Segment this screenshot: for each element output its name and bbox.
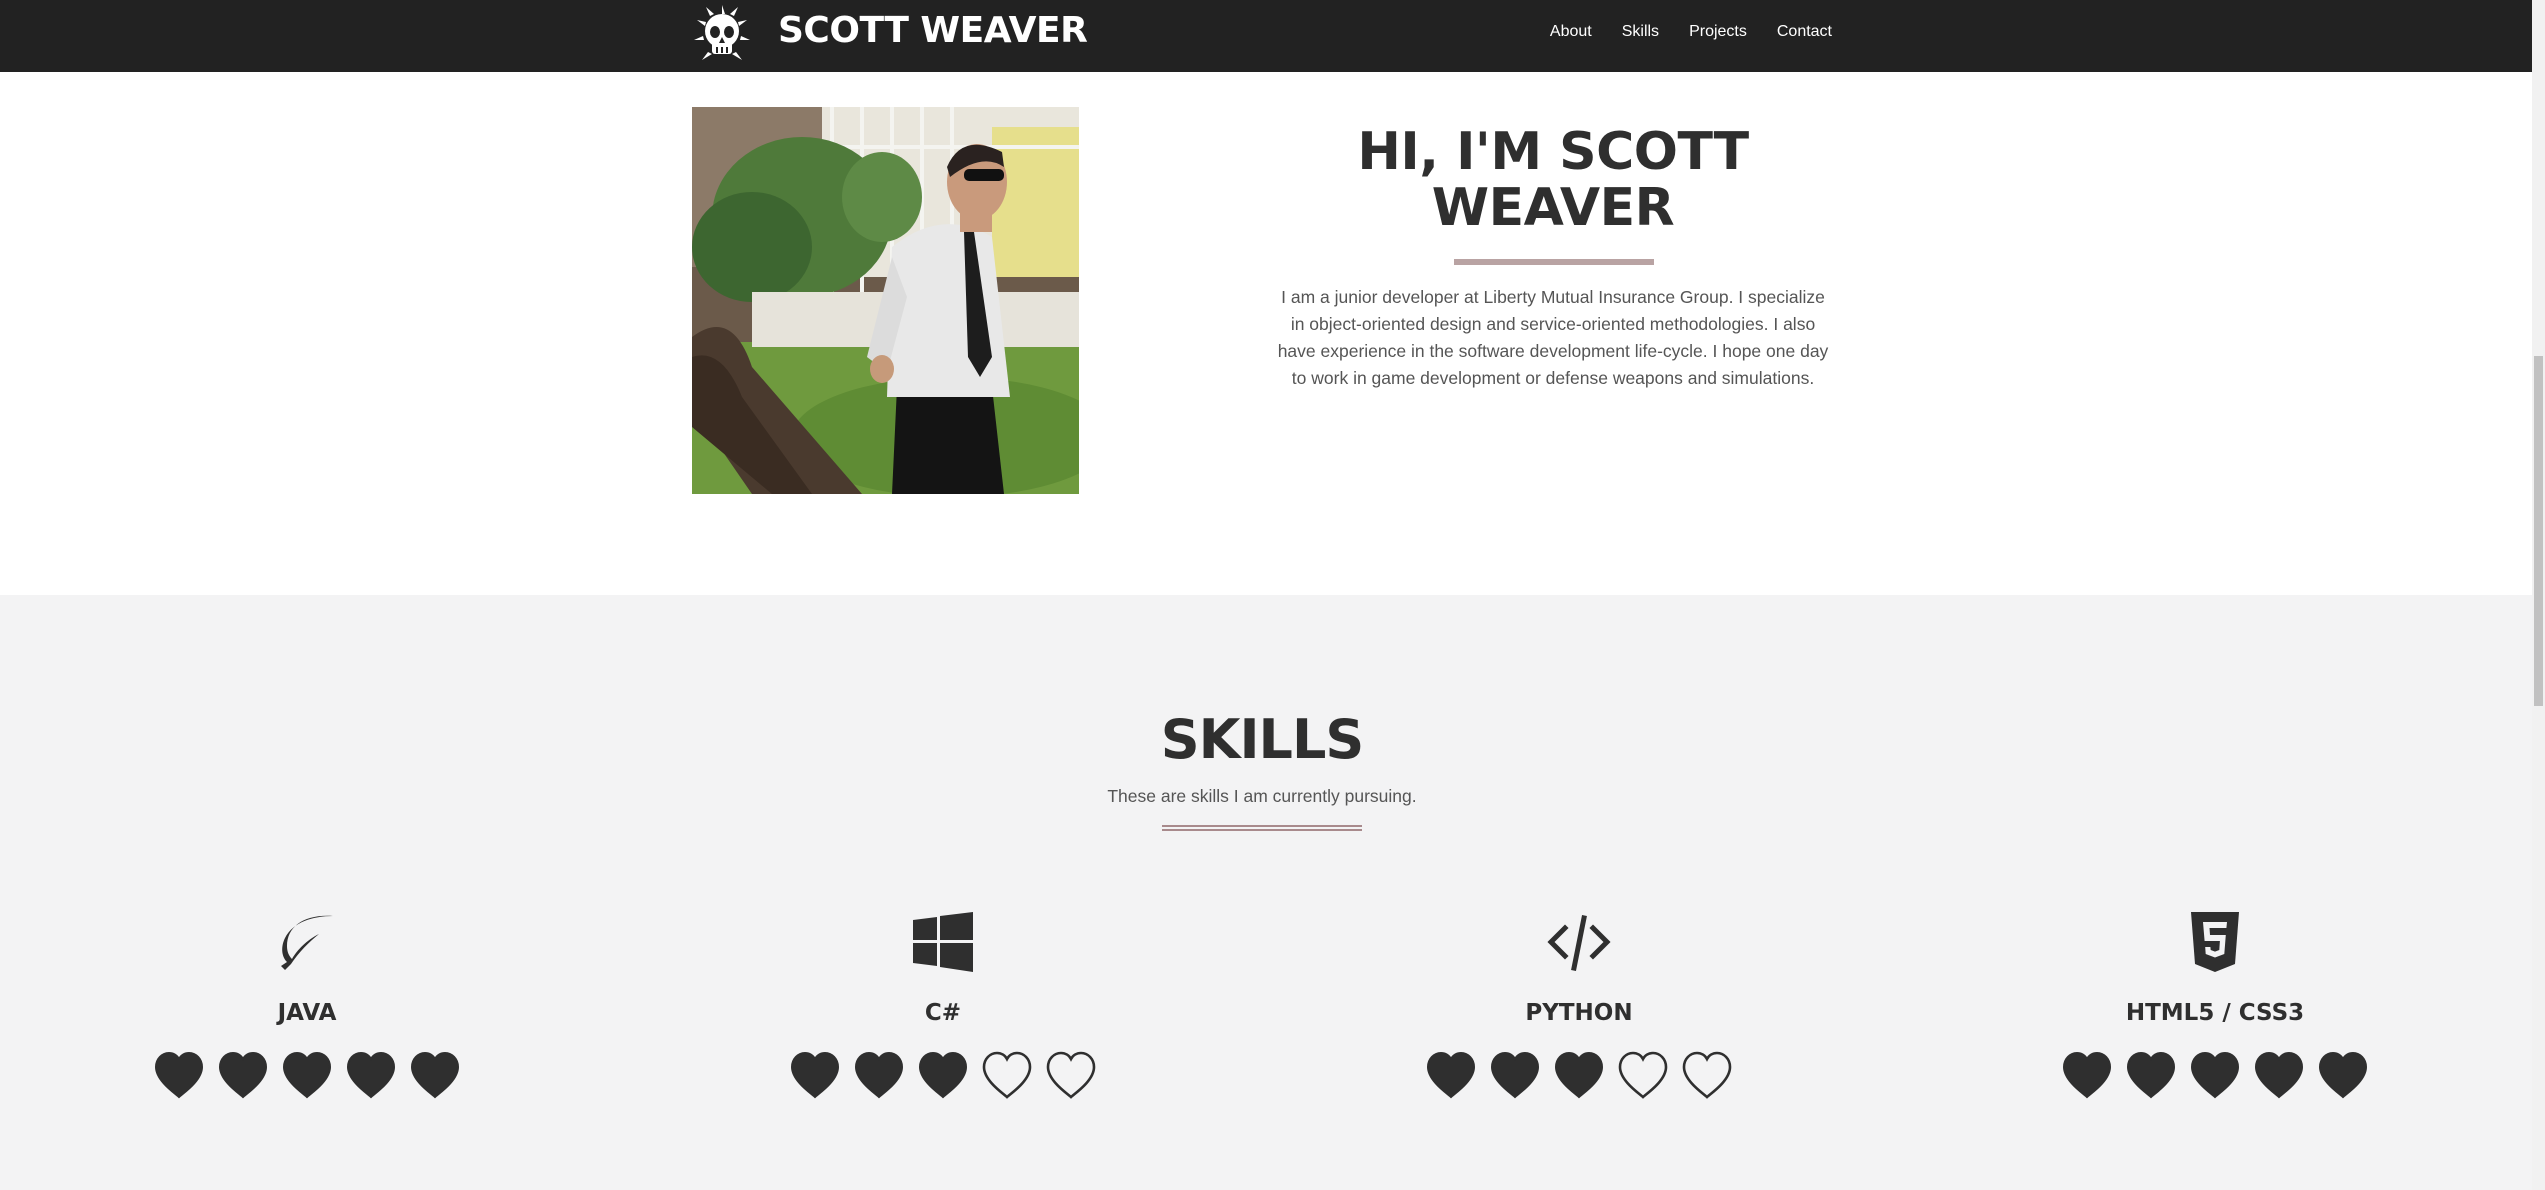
nav-link-projects[interactable]: Projects: [1689, 20, 1747, 44]
heart-outline-icon: [982, 1051, 1032, 1099]
nav-link-skills[interactable]: Skills: [1622, 20, 1659, 44]
heart-filled-icon: [154, 1051, 204, 1099]
skill-name: C#: [924, 1000, 962, 1026]
heart-filled-icon: [2190, 1051, 2240, 1099]
about-section: HI, I'M SCOTT WEAVER I am a junior devel…: [0, 72, 2532, 595]
leaf-icon: [281, 915, 333, 970]
skull-icon[interactable]: [692, 4, 752, 64]
heart-filled-icon: [282, 1051, 332, 1099]
code-icon: [1547, 915, 1611, 971]
skills-subtitle: These are skills I am currently pursuing…: [1107, 786, 1417, 806]
brand-name[interactable]: SCOTT WEAVER: [778, 9, 1088, 53]
heart-filled-icon: [854, 1051, 904, 1099]
heart-filled-icon: [410, 1051, 460, 1099]
profile-photo: [692, 107, 1079, 494]
heart-filled-icon: [2254, 1051, 2304, 1099]
skill-rating: [1389, 1050, 1769, 1100]
heart-outline-icon: [1682, 1051, 1732, 1099]
heart-filled-icon: [918, 1051, 968, 1099]
heart-filled-icon: [1554, 1051, 1604, 1099]
nav-link-contact[interactable]: Contact: [1777, 20, 1832, 44]
skills-divider: [1162, 825, 1362, 831]
heart-filled-icon: [346, 1051, 396, 1099]
skill-card-java: JAVA: [117, 910, 497, 1170]
skill-card-python: PYTHON: [1389, 910, 1769, 1170]
scrollbar[interactable]: [2532, 0, 2545, 1190]
navbar: SCOTT WEAVER About Skills Projects Conta…: [0, 0, 2532, 72]
heart-filled-icon: [2126, 1051, 2176, 1099]
skills-section: SKILLS These are skills I am currently p…: [0, 595, 2532, 1190]
heart-filled-icon: [790, 1051, 840, 1099]
skills-title: SKILLS: [1160, 708, 1365, 771]
html5-icon: [2191, 912, 2239, 972]
heart-filled-icon: [2062, 1051, 2112, 1099]
skill-name: JAVA: [277, 1000, 337, 1026]
skill-rating: [2025, 1050, 2405, 1100]
skill-rating: [753, 1050, 1133, 1100]
heart-outline-icon: [1046, 1051, 1096, 1099]
about-title: HI, I'M SCOTT WEAVER: [1357, 122, 1749, 238]
skill-card-html5-css3: HTML5 / CSS3: [2025, 910, 2405, 1170]
scrollbar-thumb[interactable]: [2534, 356, 2543, 706]
about-description: I am a junior developer at Liberty Mutua…: [1277, 287, 1829, 388]
heart-outline-icon: [1618, 1051, 1668, 1099]
skill-rating: [117, 1050, 497, 1100]
heart-filled-icon: [2318, 1051, 2368, 1099]
nav-link-about[interactable]: About: [1550, 20, 1592, 44]
skill-name: HTML5 / CSS3: [2125, 1000, 2305, 1026]
heart-filled-icon: [1426, 1051, 1476, 1099]
nav-links: About Skills Projects Contact: [1550, 20, 1832, 44]
heart-filled-icon: [1490, 1051, 1540, 1099]
windows-icon: [913, 912, 973, 972]
title-divider: [1454, 259, 1654, 265]
heart-filled-icon: [218, 1051, 268, 1099]
skill-card-csharp: C#: [753, 910, 1133, 1170]
skill-name: PYTHON: [1525, 1000, 1633, 1026]
